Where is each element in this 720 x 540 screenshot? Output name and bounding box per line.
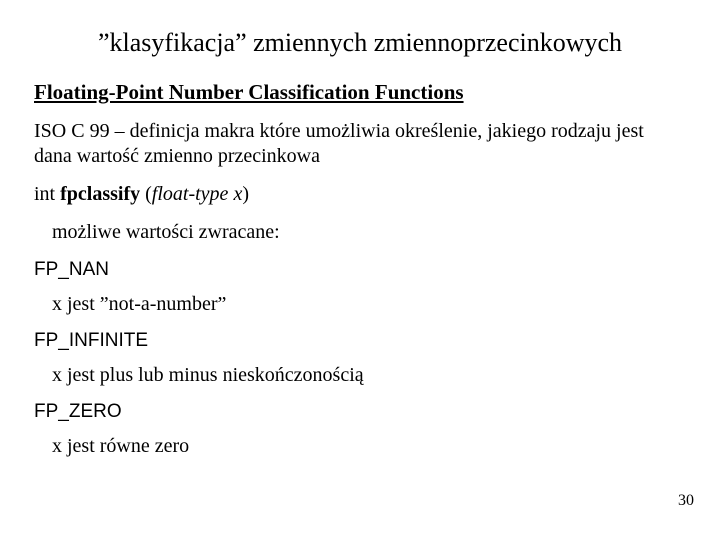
constant-fp-zero-desc: x jest równe zero [52,435,686,458]
constant-fp-nan-desc: x jest ”not-a-number” [52,293,686,316]
constant-fp-nan: FP_NAN [34,259,686,281]
section-subheading: Floating-Point Number Classification Fun… [34,80,686,105]
paren-close: ) [242,183,249,205]
function-name: fpclassify [60,183,140,205]
slide-title: ”klasyfikacja” zmiennych zmiennoprzecink… [34,28,686,58]
function-arg: float-type x [152,183,243,205]
paren-open: ( [140,183,152,205]
returns-label: możliwe wartości zwracane: [52,220,686,245]
return-type: int [34,183,60,205]
intro-paragraph: ISO C 99 – definicja makra które umożliw… [34,119,686,169]
slide: ”klasyfikacja” zmiennych zmiennoprzecink… [0,0,720,540]
constant-fp-zero: FP_ZERO [34,401,686,423]
constant-fp-infinite: FP_INFINITE [34,330,686,352]
function-signature: int fpclassify (float-type x) [34,183,686,206]
page-number: 30 [678,492,694,510]
constant-fp-infinite-desc: x jest plus lub minus nieskończonością [52,364,686,387]
